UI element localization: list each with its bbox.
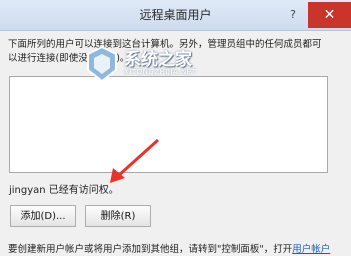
access-status-text: jingyan 已经有访问权。 xyxy=(9,185,119,196)
user-accounts-link[interactable]: 用户帐户 xyxy=(292,244,330,255)
footer-text-body: 要创建新用户帐户或将用户添加到其他组，请转到"控制面板"，打开 xyxy=(8,244,293,255)
remove-button[interactable]: 删除(R) xyxy=(85,205,151,227)
footer-text: 要创建新用户帐户或将用户添加到其他组，请转到"控制面板"，打开用户帐户 xyxy=(8,241,351,255)
add-button[interactable]: 添加(D)... xyxy=(10,205,76,227)
